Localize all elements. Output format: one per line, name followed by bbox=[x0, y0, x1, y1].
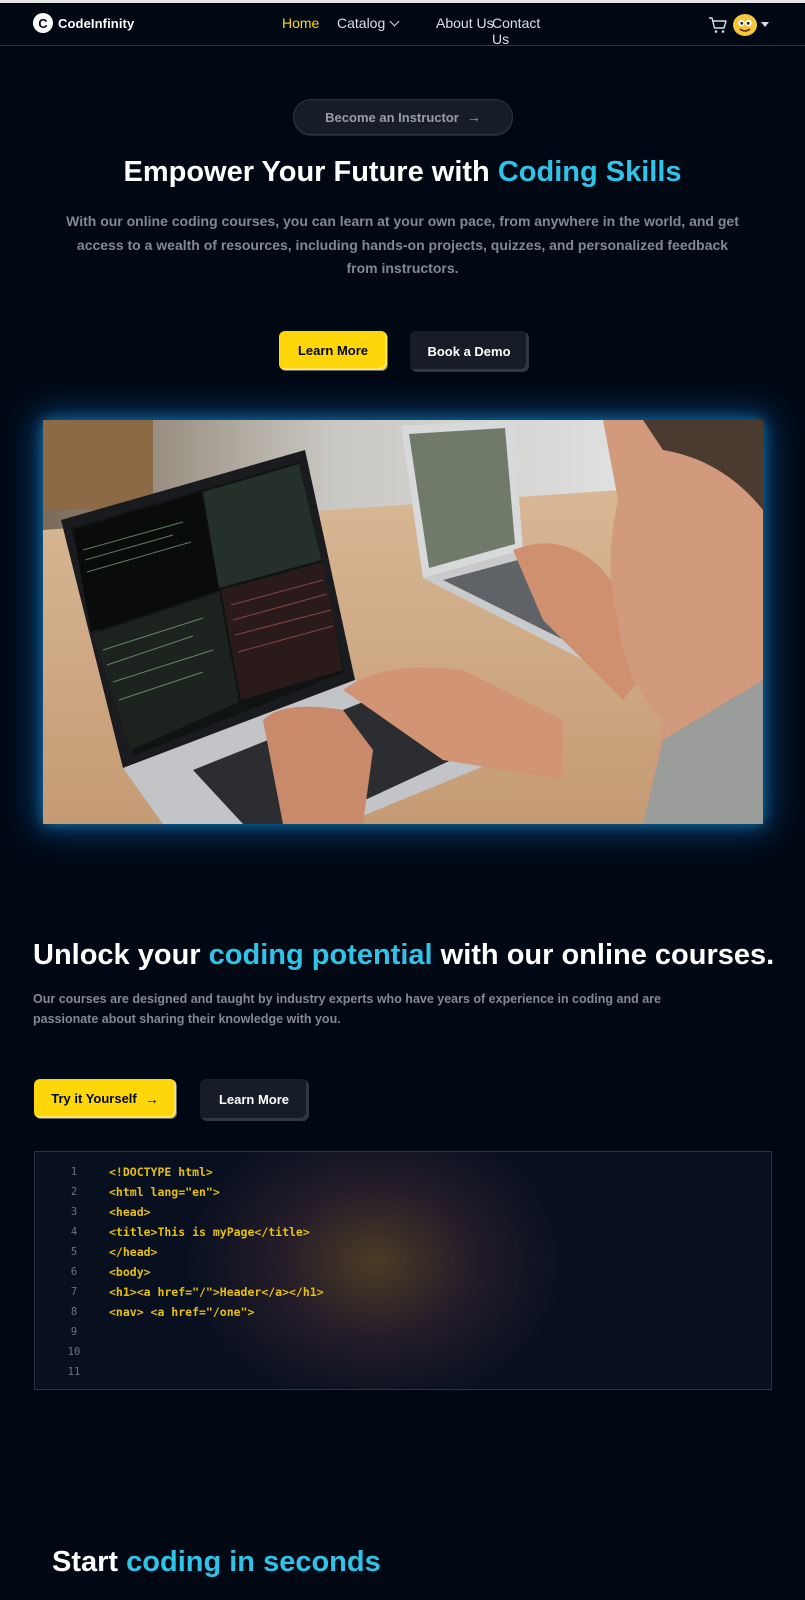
line-number: 3 bbox=[70, 1206, 78, 1218]
section2-title: Unlock your coding potential with our on… bbox=[33, 939, 793, 972]
line-number: 7 bbox=[70, 1286, 78, 1298]
hero-title: Empower Your Future with Coding Skills bbox=[0, 156, 805, 189]
arrow-right-icon: → bbox=[144, 1090, 159, 1107]
become-instructor-button[interactable]: Become an Instructor → bbox=[293, 99, 513, 135]
book-demo-button[interactable]: Book a Demo bbox=[410, 331, 528, 371]
section3-title: Start coding in seconds bbox=[52, 1546, 381, 1579]
become-instructor-label: Become an Instructor bbox=[325, 109, 459, 125]
nav-home-link[interactable]: Home bbox=[282, 15, 319, 31]
chevron-down-icon bbox=[389, 16, 400, 27]
code-editor-block: 1 2 3 4 5 6 7 8 9 10 11 <!DOCTYPE html> <html lang=… bbox=[34, 1151, 772, 1390]
nav-catalog-label: Catalog bbox=[337, 15, 386, 31]
line-number: 11 bbox=[67, 1366, 81, 1378]
hero-learn-more-button[interactable]: Learn More bbox=[279, 331, 387, 370]
line-number: 1 bbox=[70, 1166, 78, 1178]
brand-name: CodeInfinity bbox=[58, 15, 135, 31]
line-number: 9 bbox=[70, 1326, 78, 1338]
code-line: <head> bbox=[109, 1205, 151, 1219]
code-line: <title>This is myPage</title> bbox=[109, 1225, 310, 1239]
code-line: <nav> <a href="/one"> bbox=[109, 1305, 255, 1319]
line-number: 6 bbox=[70, 1266, 78, 1278]
avatar-icon[interactable] bbox=[733, 14, 757, 36]
section2-title-suffix: with our online courses. bbox=[432, 939, 775, 971]
nav-about-link[interactable]: About Us bbox=[436, 15, 494, 31]
nav-contact-link[interactable]: Contact Us bbox=[492, 15, 540, 47]
logo-mark-icon: C bbox=[33, 13, 53, 33]
caret-down-icon[interactable] bbox=[761, 22, 769, 27]
code-lines: <!DOCTYPE html> <html lang="en"> <head> <ti… bbox=[109, 1162, 324, 1382]
try-it-yourself-button[interactable]: Try it Yourself → bbox=[34, 1079, 176, 1118]
line-number: 5 bbox=[70, 1246, 78, 1258]
arrow-right-icon: → bbox=[466, 109, 481, 125]
cart-icon[interactable] bbox=[708, 15, 728, 35]
line-number: 8 bbox=[70, 1306, 78, 1318]
logo-mark-letter: C bbox=[38, 15, 48, 31]
line-number: 2 bbox=[70, 1186, 78, 1198]
code-line: <html lang="en"> bbox=[109, 1185, 220, 1199]
section2-title-highlight: coding potential bbox=[208, 939, 433, 971]
code-line: <body> bbox=[109, 1265, 151, 1279]
top-navbar: C CodeInfinity Home Catalog About Us Con… bbox=[0, 0, 805, 47]
section2-subtitle: Our courses are designed and taught by i… bbox=[33, 992, 661, 1026]
line-numbers: 1 2 3 4 5 6 7 8 9 10 11 bbox=[63, 1162, 85, 1382]
hero-subtitle: With our online coding courses, you can … bbox=[66, 213, 739, 276]
section2-learn-more-button[interactable]: Learn More bbox=[200, 1079, 308, 1120]
hero-image bbox=[43, 420, 763, 824]
site-logo[interactable]: C CodeInfinity bbox=[33, 13, 134, 33]
code-line: <h1><a href="/">Header</a></h1> bbox=[109, 1285, 324, 1299]
nav-catalog-link[interactable]: Catalog bbox=[337, 15, 400, 31]
line-number: 10 bbox=[67, 1346, 81, 1358]
section3-title-highlight: coding in seconds bbox=[126, 1546, 381, 1578]
section2-title-prefix: Unlock your bbox=[33, 939, 209, 971]
hero-photo-illustration bbox=[43, 420, 763, 824]
line-number: 4 bbox=[70, 1226, 78, 1238]
hero-title-highlight: Coding Skills bbox=[497, 156, 682, 188]
hero-title-prefix: Empower Your Future with bbox=[123, 156, 498, 188]
avatar-face-icon bbox=[733, 14, 757, 36]
code-line: </head> bbox=[109, 1245, 158, 1259]
code-line: <!DOCTYPE html> bbox=[109, 1165, 213, 1179]
section3-title-prefix: Start bbox=[52, 1546, 127, 1578]
try-it-yourself-label: Try it Yourself bbox=[51, 1091, 137, 1106]
